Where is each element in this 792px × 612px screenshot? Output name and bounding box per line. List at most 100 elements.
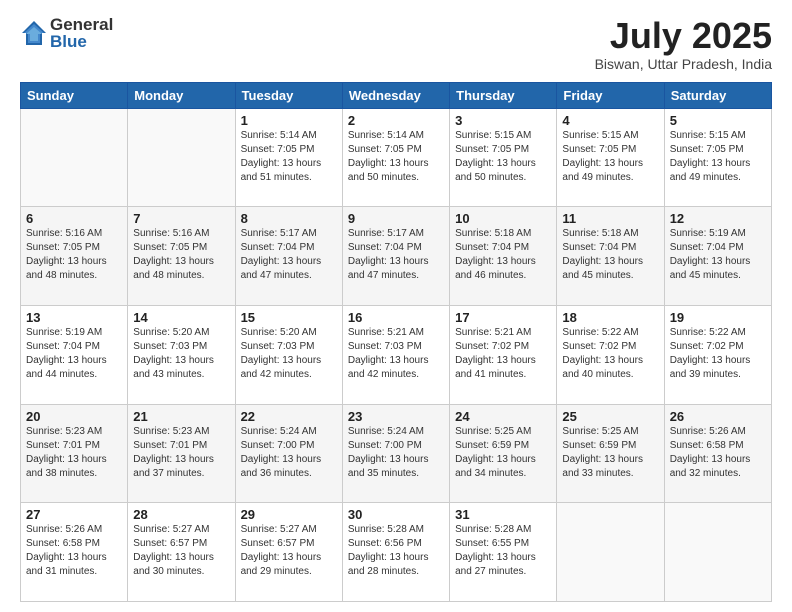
day-info: Sunrise: 5:21 AM Sunset: 7:03 PM Dayligh… [348,326,444,382]
calendar-cell: 29Sunrise: 5:27 AM Sunset: 6:57 PM Dayli… [235,503,342,602]
day-number: 3 [455,113,551,128]
calendar-cell: 2Sunrise: 5:14 AM Sunset: 7:05 PM Daylig… [342,108,449,207]
calendar-cell: 21Sunrise: 5:23 AM Sunset: 7:01 PM Dayli… [128,404,235,503]
day-number: 14 [133,310,229,325]
calendar-week-row: 27Sunrise: 5:26 AM Sunset: 6:58 PM Dayli… [21,503,772,602]
logo: General Blue [20,16,113,50]
day-number: 22 [241,409,337,424]
calendar-header-row: SundayMondayTuesdayWednesdayThursdayFrid… [21,82,772,108]
calendar-cell [128,108,235,207]
day-number: 12 [670,211,766,226]
day-number: 11 [562,211,658,226]
day-info: Sunrise: 5:22 AM Sunset: 7:02 PM Dayligh… [670,326,766,382]
calendar-cell: 8Sunrise: 5:17 AM Sunset: 7:04 PM Daylig… [235,207,342,306]
calendar-cell [21,108,128,207]
day-info: Sunrise: 5:25 AM Sunset: 6:59 PM Dayligh… [455,425,551,481]
col-header-friday: Friday [557,82,664,108]
calendar-cell: 7Sunrise: 5:16 AM Sunset: 7:05 PM Daylig… [128,207,235,306]
calendar-table: SundayMondayTuesdayWednesdayThursdayFrid… [20,82,772,602]
day-number: 8 [241,211,337,226]
day-info: Sunrise: 5:22 AM Sunset: 7:02 PM Dayligh… [562,326,658,382]
col-header-monday: Monday [128,82,235,108]
calendar-cell: 6Sunrise: 5:16 AM Sunset: 7:05 PM Daylig… [21,207,128,306]
header: General Blue July 2025 Biswan, Uttar Pra… [20,16,772,72]
calendar-cell: 27Sunrise: 5:26 AM Sunset: 6:58 PM Dayli… [21,503,128,602]
day-info: Sunrise: 5:26 AM Sunset: 6:58 PM Dayligh… [670,425,766,481]
day-info: Sunrise: 5:17 AM Sunset: 7:04 PM Dayligh… [348,227,444,283]
calendar-cell: 28Sunrise: 5:27 AM Sunset: 6:57 PM Dayli… [128,503,235,602]
calendar-cell: 17Sunrise: 5:21 AM Sunset: 7:02 PM Dayli… [450,305,557,404]
col-header-sunday: Sunday [21,82,128,108]
day-info: Sunrise: 5:23 AM Sunset: 7:01 PM Dayligh… [133,425,229,481]
calendar-cell: 5Sunrise: 5:15 AM Sunset: 7:05 PM Daylig… [664,108,771,207]
day-number: 17 [455,310,551,325]
day-info: Sunrise: 5:25 AM Sunset: 6:59 PM Dayligh… [562,425,658,481]
calendar-cell: 31Sunrise: 5:28 AM Sunset: 6:55 PM Dayli… [450,503,557,602]
day-number: 26 [670,409,766,424]
day-number: 13 [26,310,122,325]
day-number: 29 [241,507,337,522]
day-number: 6 [26,211,122,226]
calendar-cell: 11Sunrise: 5:18 AM Sunset: 7:04 PM Dayli… [557,207,664,306]
calendar-cell: 10Sunrise: 5:18 AM Sunset: 7:04 PM Dayli… [450,207,557,306]
logo-icon [20,19,48,47]
calendar-cell: 12Sunrise: 5:19 AM Sunset: 7:04 PM Dayli… [664,207,771,306]
day-info: Sunrise: 5:18 AM Sunset: 7:04 PM Dayligh… [562,227,658,283]
day-info: Sunrise: 5:23 AM Sunset: 7:01 PM Dayligh… [26,425,122,481]
calendar-cell [664,503,771,602]
day-number: 7 [133,211,229,226]
day-info: Sunrise: 5:24 AM Sunset: 7:00 PM Dayligh… [348,425,444,481]
day-info: Sunrise: 5:17 AM Sunset: 7:04 PM Dayligh… [241,227,337,283]
day-info: Sunrise: 5:26 AM Sunset: 6:58 PM Dayligh… [26,523,122,579]
day-info: Sunrise: 5:15 AM Sunset: 7:05 PM Dayligh… [455,129,551,185]
calendar-cell: 26Sunrise: 5:26 AM Sunset: 6:58 PM Dayli… [664,404,771,503]
calendar-cell: 4Sunrise: 5:15 AM Sunset: 7:05 PM Daylig… [557,108,664,207]
day-number: 9 [348,211,444,226]
day-number: 23 [348,409,444,424]
day-info: Sunrise: 5:28 AM Sunset: 6:55 PM Dayligh… [455,523,551,579]
col-header-thursday: Thursday [450,82,557,108]
location: Biswan, Uttar Pradesh, India [595,56,772,72]
calendar-cell: 1Sunrise: 5:14 AM Sunset: 7:05 PM Daylig… [235,108,342,207]
calendar-cell [557,503,664,602]
calendar-cell: 13Sunrise: 5:19 AM Sunset: 7:04 PM Dayli… [21,305,128,404]
day-number: 1 [241,113,337,128]
day-number: 15 [241,310,337,325]
day-number: 16 [348,310,444,325]
calendar-week-row: 13Sunrise: 5:19 AM Sunset: 7:04 PM Dayli… [21,305,772,404]
day-info: Sunrise: 5:28 AM Sunset: 6:56 PM Dayligh… [348,523,444,579]
calendar-week-row: 1Sunrise: 5:14 AM Sunset: 7:05 PM Daylig… [21,108,772,207]
calendar-cell: 9Sunrise: 5:17 AM Sunset: 7:04 PM Daylig… [342,207,449,306]
day-number: 30 [348,507,444,522]
logo-text: General Blue [50,16,113,50]
col-header-tuesday: Tuesday [235,82,342,108]
day-number: 20 [26,409,122,424]
month-title: July 2025 [595,16,772,56]
calendar-cell: 19Sunrise: 5:22 AM Sunset: 7:02 PM Dayli… [664,305,771,404]
day-number: 28 [133,507,229,522]
day-info: Sunrise: 5:21 AM Sunset: 7:02 PM Dayligh… [455,326,551,382]
logo-blue-text: Blue [50,33,113,50]
day-info: Sunrise: 5:27 AM Sunset: 6:57 PM Dayligh… [241,523,337,579]
calendar-cell: 16Sunrise: 5:21 AM Sunset: 7:03 PM Dayli… [342,305,449,404]
day-info: Sunrise: 5:19 AM Sunset: 7:04 PM Dayligh… [26,326,122,382]
calendar-cell: 30Sunrise: 5:28 AM Sunset: 6:56 PM Dayli… [342,503,449,602]
day-number: 27 [26,507,122,522]
day-info: Sunrise: 5:15 AM Sunset: 7:05 PM Dayligh… [670,129,766,185]
day-number: 21 [133,409,229,424]
title-section: July 2025 Biswan, Uttar Pradesh, India [595,16,772,72]
day-info: Sunrise: 5:14 AM Sunset: 7:05 PM Dayligh… [348,129,444,185]
calendar-cell: 18Sunrise: 5:22 AM Sunset: 7:02 PM Dayli… [557,305,664,404]
day-info: Sunrise: 5:27 AM Sunset: 6:57 PM Dayligh… [133,523,229,579]
day-number: 18 [562,310,658,325]
calendar-cell: 24Sunrise: 5:25 AM Sunset: 6:59 PM Dayli… [450,404,557,503]
day-number: 19 [670,310,766,325]
day-info: Sunrise: 5:15 AM Sunset: 7:05 PM Dayligh… [562,129,658,185]
day-number: 2 [348,113,444,128]
calendar-week-row: 20Sunrise: 5:23 AM Sunset: 7:01 PM Dayli… [21,404,772,503]
day-info: Sunrise: 5:20 AM Sunset: 7:03 PM Dayligh… [133,326,229,382]
day-info: Sunrise: 5:14 AM Sunset: 7:05 PM Dayligh… [241,129,337,185]
day-number: 4 [562,113,658,128]
col-header-saturday: Saturday [664,82,771,108]
day-number: 10 [455,211,551,226]
